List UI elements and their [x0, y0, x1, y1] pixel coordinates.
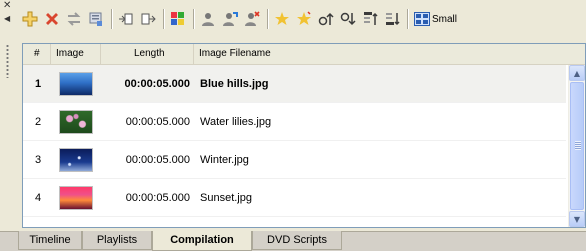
column-header-number[interactable]: #: [23, 44, 51, 64]
table-row[interactable]: 1 00:00:05.000 Blue hills.jpg: [23, 65, 566, 103]
toolbar-separator: [267, 9, 268, 29]
row-filename: Water lilies.jpg: [200, 115, 272, 128]
row-length: 00:00:05.000: [125, 115, 190, 128]
move-up-icon[interactable]: [316, 9, 336, 29]
transition-all-icon[interactable]: [294, 9, 314, 29]
tab-compilation[interactable]: Compilation: [152, 231, 252, 251]
move-down-icon[interactable]: [338, 9, 358, 29]
table-row[interactable]: 4 00:00:05.000 Sunset.jpg: [23, 179, 566, 217]
tab-timeline[interactable]: Timeline: [18, 231, 82, 250]
row-length: 00:00:05.000: [125, 153, 190, 166]
thumbnail-image: [59, 147, 93, 172]
row-image-cell: [51, 71, 101, 96]
toolbar-separator: [407, 9, 408, 29]
close-icon[interactable]: ✕: [3, 1, 11, 11]
scrollbar-thumb[interactable]: [570, 82, 584, 210]
dock-gripper[interactable]: ✕ ◀: [0, 0, 16, 231]
tab-bar: Timeline Playlists Compilation DVD Scrip…: [0, 231, 586, 251]
column-header-length[interactable]: Length: [101, 44, 194, 64]
delete-icon[interactable]: [42, 9, 62, 29]
move-bottom-icon[interactable]: [382, 9, 402, 29]
column-header-image[interactable]: Image: [51, 44, 101, 64]
column-header-filename[interactable]: Image Filename: [194, 44, 585, 64]
list-header: # Image Length Image Filename: [23, 44, 585, 65]
row-filename: Winter.jpg: [200, 153, 249, 166]
user-icon[interactable]: [198, 9, 218, 29]
row-image-cell: [51, 147, 101, 172]
collapse-arrow-icon[interactable]: ◀: [4, 14, 10, 23]
user-remove-icon[interactable]: [242, 9, 262, 29]
drag-handle[interactable]: [6, 44, 9, 78]
row-length: 00:00:05.000: [124, 77, 190, 90]
row-image-cell: [51, 109, 101, 134]
row-length: 00:00:05.000: [125, 191, 190, 204]
row-number: 1: [35, 77, 42, 90]
scrollbar-grip: [575, 141, 581, 150]
list-rows: 1 00:00:05.000 Blue hills.jpg 2 00:00:05…: [23, 65, 566, 217]
thumbnail-image: [59, 109, 93, 134]
toolbar-separator: [193, 9, 194, 29]
toolbar-separator: [163, 9, 164, 29]
compilation-panel: Small # Image Length Image Filename 1 00…: [16, 0, 586, 231]
row-number: 4: [35, 191, 42, 204]
compilation-list[interactable]: # Image Length Image Filename 1 00:00:05…: [22, 43, 586, 228]
toolbar-separator: [111, 9, 112, 29]
tab-playlists[interactable]: Playlists: [82, 231, 152, 250]
import-icon[interactable]: [116, 9, 136, 29]
effects-icon[interactable]: [168, 9, 188, 29]
scroll-up-button[interactable]: ▲: [569, 65, 585, 81]
tab-dvd-scripts[interactable]: DVD Scripts: [252, 231, 342, 250]
row-number: 3: [35, 153, 42, 166]
swap-icon[interactable]: [64, 9, 84, 29]
vertical-scrollbar[interactable]: ▲ ▼: [568, 65, 585, 227]
add-icon[interactable]: [20, 9, 40, 29]
export-icon[interactable]: [138, 9, 158, 29]
move-top-icon[interactable]: [360, 9, 380, 29]
transition-icon[interactable]: [272, 9, 292, 29]
toolbar: Small: [16, 0, 586, 38]
row-image-cell: [51, 185, 101, 210]
properties-icon[interactable]: [86, 9, 106, 29]
row-number: 2: [35, 115, 42, 128]
table-row[interactable]: 3 00:00:05.000 Winter.jpg: [23, 141, 566, 179]
scroll-down-button[interactable]: ▼: [569, 211, 585, 227]
thumbnail-size-icon: [414, 12, 430, 26]
thumbnail-image: [59, 185, 93, 210]
row-filename: Sunset.jpg: [200, 191, 252, 204]
row-filename: Blue hills.jpg: [200, 77, 269, 90]
user-edit-icon[interactable]: [220, 9, 240, 29]
view-size-label: Small: [432, 13, 458, 25]
thumbnail-image: [59, 71, 93, 96]
view-size-toggle[interactable]: Small: [414, 9, 457, 29]
table-row[interactable]: 2 00:00:05.000 Water lilies.jpg: [23, 103, 566, 141]
